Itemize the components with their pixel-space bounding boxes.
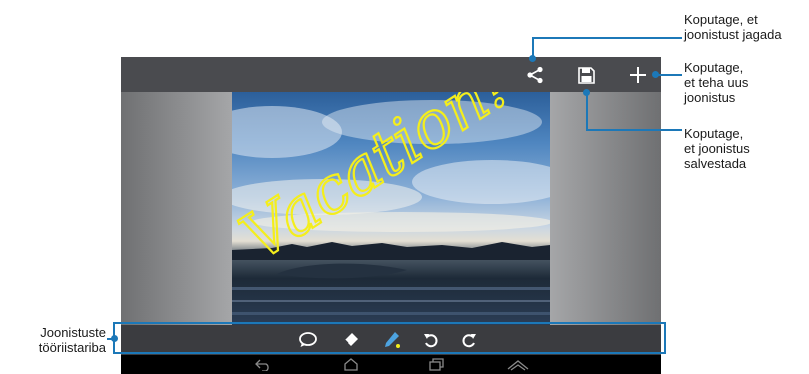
drawing-canvas[interactable]: Vacation! <box>121 92 661 325</box>
toolbar-highlight-frame <box>113 322 666 354</box>
handwriting-text: Vacation! <box>232 92 525 277</box>
plus-icon <box>630 67 646 83</box>
action-bar <box>121 57 661 92</box>
share-callout-dot <box>529 55 536 62</box>
new-callout-text: Koputage, et teha uus joonistus <box>684 60 749 105</box>
save-icon <box>577 66 595 84</box>
share-callout-line-vertical <box>532 37 534 57</box>
save-callout-line-vertical <box>586 94 588 131</box>
home-button[interactable] <box>339 356 363 373</box>
new-drawing-button[interactable] <box>626 63 650 87</box>
new-callout-line <box>655 74 682 76</box>
back-icon <box>255 359 269 371</box>
toolbar-callout-text: Joonistuste tööriistariba <box>38 325 106 355</box>
chevron-up-icon <box>507 359 529 371</box>
save-button[interactable] <box>574 63 598 87</box>
menu-button[interactable] <box>504 356 532 373</box>
recent-apps-button[interactable] <box>424 356 448 373</box>
share-callout-line <box>532 37 682 39</box>
share-icon <box>527 66 543 84</box>
save-callout-dot <box>583 89 590 96</box>
system-nav-bar <box>121 355 661 374</box>
toolbar-callout-dot <box>111 335 118 342</box>
back-button[interactable] <box>251 356 275 373</box>
home-icon <box>344 358 358 371</box>
new-callout-dot <box>652 71 659 78</box>
share-callout-text: Koputage, et joonistust jagada <box>684 12 782 42</box>
save-callout-text: Koputage, et joonistus salvestada <box>684 126 750 171</box>
svg-text:Vacation!: Vacation! <box>232 92 524 275</box>
canvas-photo: Vacation! <box>232 92 550 325</box>
save-callout-line <box>586 129 682 131</box>
recent-apps-icon <box>429 358 444 371</box>
share-button[interactable] <box>523 63 547 87</box>
